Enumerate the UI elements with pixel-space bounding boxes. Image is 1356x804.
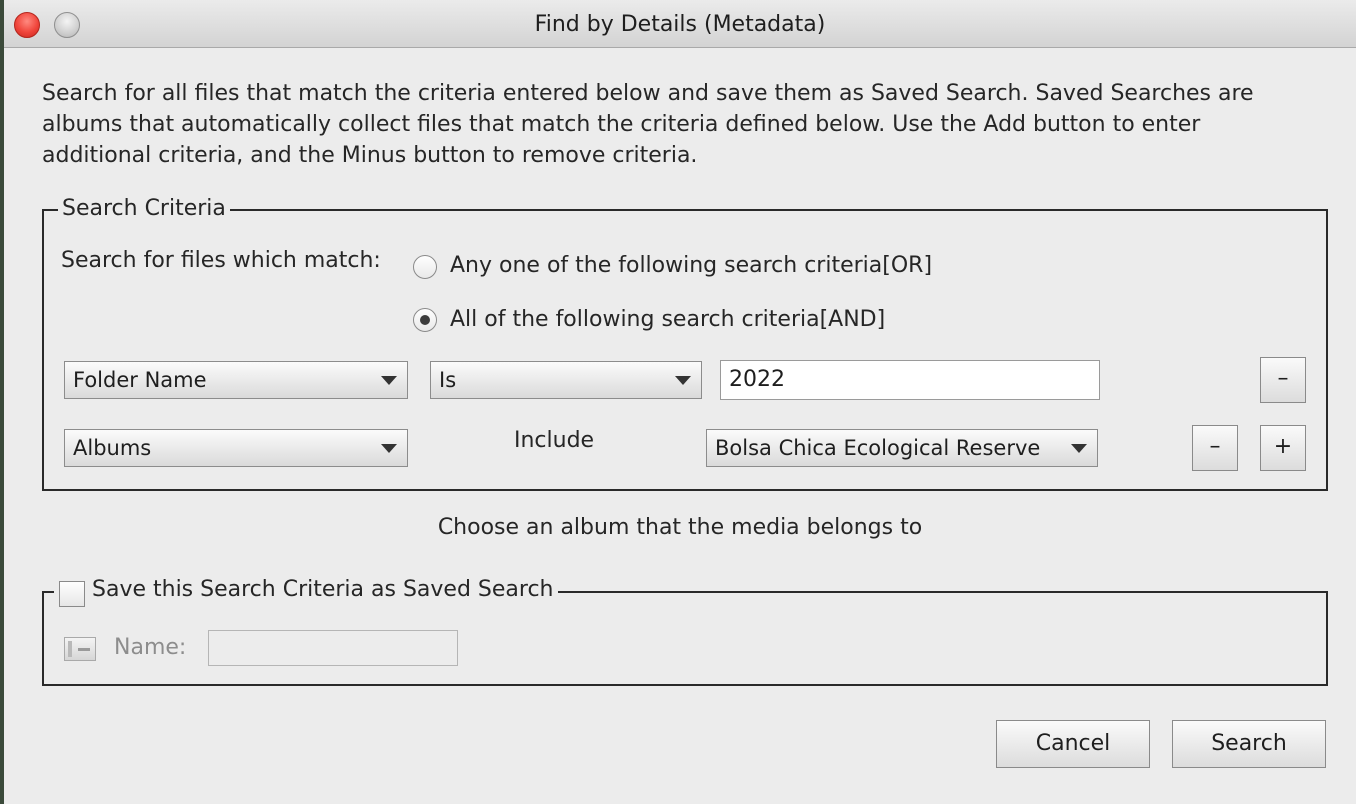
search-criteria-legend: Search Criteria — [58, 196, 230, 221]
criteria-value-select-2[interactable]: Bolsa Chica Ecological Reserve — [706, 429, 1098, 467]
criteria-value-input-1[interactable]: 2022 — [720, 360, 1100, 400]
search-criteria-group: Search Criteria Search for files which m… — [42, 196, 1328, 491]
criteria-field-value-1: Folder Name — [73, 368, 207, 392]
radio-or[interactable] — [413, 255, 437, 279]
save-search-checkbox[interactable] — [59, 581, 85, 607]
cancel-button[interactable]: Cancel — [996, 720, 1150, 768]
title-bar: Find by Details (Metadata) — [4, 0, 1356, 48]
saved-search-legend[interactable]: Save this Search Criteria as Saved Searc… — [54, 577, 558, 602]
remove-criteria-button-1[interactable]: – — [1260, 357, 1306, 403]
chevron-down-icon — [381, 376, 397, 385]
name-label: Name: — [114, 635, 187, 660]
radio-and-label[interactable]: All of the following search criteria[AND… — [450, 307, 885, 332]
radio-and[interactable] — [413, 308, 437, 332]
find-by-details-dialog: Find by Details (Metadata) Search for al… — [4, 0, 1356, 804]
dialog-description: Search for all files that match the crit… — [42, 81, 1254, 168]
radio-or-label[interactable]: Any one of the following search criteria… — [450, 253, 932, 278]
chevron-down-icon — [675, 376, 691, 385]
saved-search-name-input[interactable] — [208, 630, 458, 666]
remove-criteria-button-2[interactable]: – — [1192, 425, 1238, 471]
chevron-down-icon — [381, 444, 397, 453]
match-label: Search for files which match: — [61, 248, 381, 273]
criteria-hint: Choose an album that the media belongs t… — [437, 515, 923, 540]
criteria-operator-label-2: Include — [514, 428, 595, 453]
criteria-value-2: Bolsa Chica Ecological Reserve — [715, 436, 1041, 460]
window-title: Find by Details (Metadata) — [534, 12, 826, 37]
criteria-operator-value-1: Is — [439, 368, 457, 392]
add-criteria-button[interactable]: + — [1260, 425, 1306, 471]
criteria-field-select-2[interactable]: Albums — [64, 429, 408, 467]
collapse-icon — [64, 637, 96, 661]
criteria-field-select-1[interactable]: Folder Name — [64, 361, 408, 399]
search-button[interactable]: Search — [1172, 720, 1326, 768]
chevron-down-icon — [1071, 444, 1087, 453]
criteria-operator-select-1[interactable]: Is — [430, 361, 702, 399]
criteria-field-value-2: Albums — [73, 436, 152, 460]
